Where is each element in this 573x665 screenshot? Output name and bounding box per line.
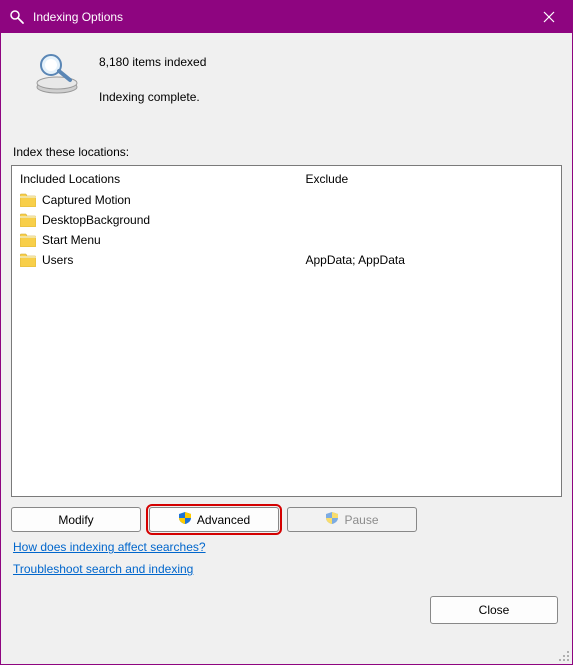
column-header-exclude[interactable]: Exclude	[297, 166, 561, 190]
button-row: Modify Advanced	[11, 497, 562, 540]
modify-button[interactable]: Modify	[11, 507, 141, 532]
exclude-value	[297, 230, 561, 250]
app-icon	[9, 9, 25, 25]
advanced-button-label: Advanced	[197, 513, 250, 527]
table-row[interactable]: Start Menu	[12, 230, 561, 250]
window-close-button[interactable]	[526, 1, 572, 33]
status-text: 8,180 items indexed Indexing complete.	[99, 49, 206, 123]
resize-grip[interactable]	[558, 650, 570, 662]
exclude-value: AppData; AppData	[297, 250, 561, 270]
title-bar: Indexing Options	[1, 1, 572, 33]
advanced-button[interactable]: Advanced	[149, 507, 279, 532]
location-name: Captured Motion	[42, 193, 131, 207]
close-button[interactable]: Close	[430, 596, 558, 624]
status-row: 8,180 items indexed Indexing complete.	[11, 43, 562, 145]
troubleshoot-link[interactable]: Troubleshoot search and indexing	[13, 562, 193, 576]
location-name: DesktopBackground	[42, 213, 150, 227]
bottom-row: Close	[11, 584, 562, 626]
location-name: Users	[42, 253, 73, 267]
pause-button: Pause	[287, 507, 417, 532]
exclude-value	[297, 210, 561, 230]
content-area: 8,180 items indexed Indexing complete. I…	[1, 33, 572, 664]
table-row[interactable]: Users AppData; AppData	[12, 250, 561, 270]
locations-section-label: Index these locations:	[11, 145, 562, 165]
exclude-value	[297, 190, 561, 210]
table-row[interactable]: Captured Motion	[12, 190, 561, 210]
shield-icon	[178, 511, 192, 528]
folder-icon	[20, 213, 36, 227]
location-name: Start Menu	[42, 233, 101, 247]
folder-icon	[20, 253, 36, 267]
column-header-included[interactable]: Included Locations	[12, 166, 297, 190]
folder-icon	[20, 233, 36, 247]
window: Indexing Options 8,180 items indexed	[0, 0, 573, 665]
window-title: Indexing Options	[33, 10, 123, 24]
shield-icon	[325, 511, 339, 528]
close-icon	[543, 11, 555, 23]
table-row[interactable]: DesktopBackground	[12, 210, 561, 230]
indexing-status-label: Indexing complete.	[99, 88, 206, 107]
folder-icon	[20, 193, 36, 207]
locations-table: Included Locations Exclude Captured Moti…	[12, 166, 561, 270]
pause-button-label: Pause	[344, 513, 378, 527]
indexing-illustration	[33, 49, 81, 97]
locations-listview[interactable]: Included Locations Exclude Captured Moti…	[11, 165, 562, 497]
how-indexing-link[interactable]: How does indexing affect searches?	[13, 540, 206, 554]
items-indexed-label: 8,180 items indexed	[99, 53, 206, 72]
